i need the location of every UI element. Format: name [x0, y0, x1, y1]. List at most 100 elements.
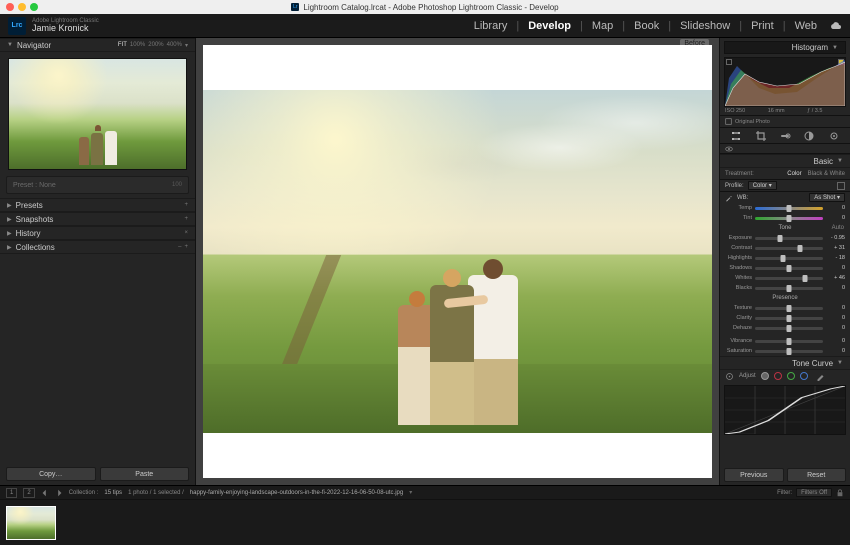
snapshots-header[interactable]: ▶Snapshots+	[0, 212, 195, 226]
plus-icon[interactable]: +	[184, 216, 188, 222]
slider-thumb[interactable]	[778, 235, 783, 242]
module-print[interactable]: Print	[751, 20, 774, 32]
second-window-button[interactable]: 2	[23, 488, 34, 498]
original-photo-indicator[interactable]: Original Photo	[720, 115, 850, 128]
highlights-slider[interactable]: Highlights- 18	[720, 253, 850, 263]
navigator-zoom-1[interactable]: 200%	[148, 42, 163, 48]
slider-thumb[interactable]	[787, 205, 792, 212]
dehaze-slider[interactable]: Dehaze0	[720, 323, 850, 333]
wb-eyedropper-icon[interactable]	[725, 194, 733, 202]
slider-track[interactable]	[755, 307, 823, 310]
contrast-slider[interactable]: Contrast+ 31	[720, 243, 850, 253]
paste-settings-button[interactable]: Paste	[100, 467, 190, 481]
panel-switch-icon[interactable]	[725, 145, 733, 153]
tint-slider[interactable]: Tint0	[720, 213, 850, 223]
plus-icon[interactable]: +	[184, 244, 188, 250]
module-web[interactable]: Web	[795, 20, 817, 32]
module-slideshow[interactable]: Slideshow	[680, 20, 730, 32]
slider-track[interactable]	[755, 327, 823, 330]
slider-track[interactable]	[755, 237, 823, 240]
slider-track[interactable]	[755, 317, 823, 320]
presets-header[interactable]: ▶Presets+	[0, 198, 195, 212]
collections-header[interactable]: ▶Collections–+	[0, 240, 195, 254]
slider-track[interactable]	[755, 247, 823, 250]
filmstrip-thumbnails[interactable]	[0, 500, 850, 545]
point-curve-icon[interactable]	[816, 372, 825, 381]
treatment-color-button[interactable]: Color	[787, 171, 801, 177]
navigator-header[interactable]: ▼ Navigator FIT 100% 200% 400% ▾	[0, 38, 195, 52]
crop-tool-button[interactable]	[755, 130, 767, 142]
slider-track[interactable]	[755, 277, 823, 280]
slider-thumb[interactable]	[787, 215, 792, 222]
target-adjust-icon[interactable]	[725, 372, 734, 381]
cloud-sync-icon[interactable]	[830, 21, 842, 31]
slider-track[interactable]	[755, 217, 823, 220]
slider-thumb[interactable]	[787, 285, 792, 292]
histogram-header[interactable]: Histogram▼	[724, 41, 846, 54]
slider-track[interactable]	[755, 257, 823, 260]
curve-green-button[interactable]	[787, 372, 795, 380]
slider-thumb[interactable]	[787, 325, 792, 332]
chevron-down-icon[interactable]: ▾	[185, 42, 188, 49]
slider-thumb[interactable]	[787, 338, 792, 345]
profile-select[interactable]: Color ▾	[748, 181, 777, 190]
slider-track[interactable]	[755, 340, 823, 343]
preset-amount-slider[interactable]: Preset : None100	[6, 176, 189, 194]
slider-track[interactable]	[755, 350, 823, 353]
previous-button[interactable]: Previous	[724, 468, 784, 482]
profile-browser-button[interactable]	[837, 182, 845, 190]
slider-track[interactable]	[755, 207, 823, 210]
clarity-slider[interactable]: Clarity0	[720, 313, 850, 323]
shadows-slider[interactable]: Shadows0	[720, 263, 850, 273]
curve-blue-button[interactable]	[800, 372, 808, 380]
reset-button[interactable]: Reset	[787, 468, 847, 482]
slider-thumb[interactable]	[787, 315, 792, 322]
filter-lock-icon[interactable]	[836, 489, 844, 497]
slider-thumb[interactable]	[787, 305, 792, 312]
slider-track[interactable]	[755, 287, 823, 290]
clear-icon[interactable]: ×	[184, 230, 188, 236]
main-window-button[interactable]: 1	[6, 488, 17, 498]
healing-tool-button[interactable]	[779, 130, 791, 142]
curve-red-button[interactable]	[774, 372, 782, 380]
saturation-slider[interactable]: Saturation0	[720, 346, 850, 356]
filmstrip-thumbnail[interactable]	[6, 506, 56, 540]
treatment-bw-button[interactable]: Black & White	[808, 171, 845, 177]
masking-tool-button[interactable]	[803, 130, 815, 142]
navigator-zoom-fill[interactable]: 100%	[130, 42, 145, 48]
navigator-thumbnail[interactable]	[8, 58, 187, 170]
copy-settings-button[interactable]: Copy…	[6, 467, 96, 481]
edit-tool-button[interactable]	[730, 130, 742, 142]
curve-rgb-button[interactable]	[761, 372, 769, 380]
source-path[interactable]: happy-family-enjoying-landscape-outdoors…	[190, 490, 403, 496]
blacks-slider[interactable]: Blacks0	[720, 283, 850, 293]
auto-tone-button[interactable]: Auto	[832, 225, 844, 231]
wb-preset-select[interactable]: As Shot ▾	[809, 193, 845, 202]
histogram[interactable]	[724, 57, 846, 107]
navigator-zoom-fit[interactable]: FIT	[118, 42, 127, 48]
filter-select[interactable]: Filters Off	[796, 488, 832, 497]
plus-icon[interactable]: +	[184, 202, 188, 208]
slider-track[interactable]	[755, 267, 823, 270]
whites-slider[interactable]: Whites+ 46	[720, 273, 850, 283]
slider-thumb[interactable]	[802, 275, 807, 282]
module-library[interactable]: Library	[474, 20, 508, 32]
texture-slider[interactable]: Texture0	[720, 303, 850, 313]
navigator-zoom-2[interactable]: 400%	[167, 42, 182, 48]
redeye-tool-button[interactable]	[828, 130, 840, 142]
loupe-view[interactable]: Before	[196, 38, 719, 485]
basic-panel-header[interactable]: Basic▼	[720, 154, 850, 168]
slider-thumb[interactable]	[787, 265, 792, 272]
slider-thumb[interactable]	[780, 255, 785, 262]
vibrance-slider[interactable]: Vibrance0	[720, 336, 850, 346]
exposure-slider[interactable]: Exposure- 0.95	[720, 233, 850, 243]
tone-curve[interactable]	[724, 385, 846, 435]
module-book[interactable]: Book	[634, 20, 659, 32]
nav-back-icon[interactable]	[41, 489, 49, 497]
identity-plate[interactable]: Adobe Lightroom Classic Jamie Kronick	[32, 18, 99, 33]
nav-forward-icon[interactable]	[55, 489, 63, 497]
module-develop[interactable]: Develop	[528, 20, 571, 32]
tonecurve-panel-header[interactable]: Tone Curve▼	[720, 356, 850, 370]
module-map[interactable]: Map	[592, 20, 613, 32]
temp-slider[interactable]: Temp0	[720, 203, 850, 213]
